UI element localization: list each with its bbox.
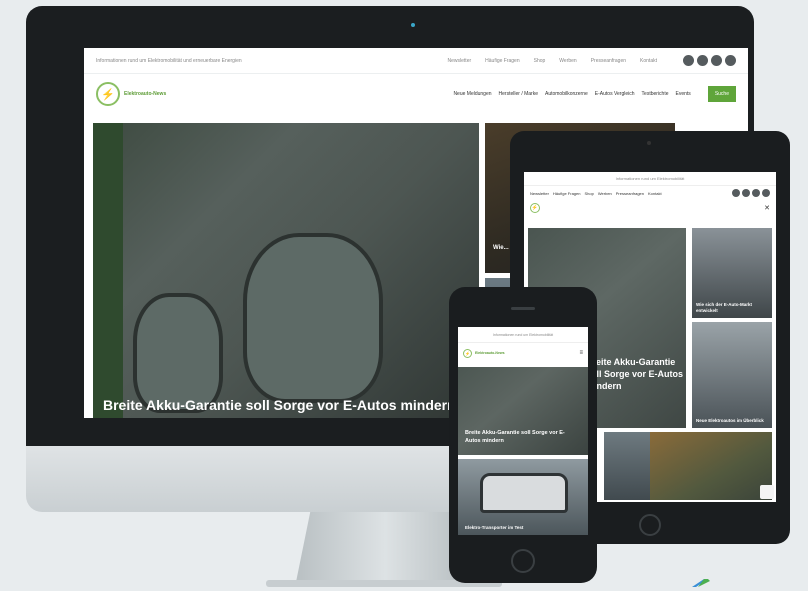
phone-screen: Informationen rund um Elektromobilität ⚡…: [458, 327, 588, 535]
main-nav-item[interactable]: Neue Meldungen: [453, 91, 491, 97]
hero-article[interactable]: Breite Akku-Garantie soll Sorge vor E-Au…: [93, 123, 479, 418]
desktop-top-nav: Newsletter Häufige Fragen Shop Werben Pr…: [448, 58, 657, 64]
phone-logo-row: ⚡ Elektroauto-News ≡: [458, 343, 588, 363]
tablet-card-title[interactable]: Neue Elektroautos im Überblick: [696, 418, 768, 424]
tablet-topbar: Informationen rund um Elektromobilität: [524, 172, 776, 186]
desktop-header: ⚡ Elektroauto-News Neue Meldungen Herste…: [84, 74, 748, 114]
phone-hero-article[interactable]: Breite Akku-Garantie soll Sorge vor E-Au…: [458, 367, 588, 455]
charging-car-logo-icon[interactable]: ⚡: [463, 348, 472, 358]
hamburger-menu-icon[interactable]: ✕: [764, 204, 770, 212]
twitter-icon[interactable]: [742, 189, 750, 197]
tablet-nav-item[interactable]: Werben: [598, 191, 612, 196]
car-image: [243, 233, 383, 403]
main-nav-item[interactable]: Testberichte: [642, 91, 669, 97]
top-nav-item[interactable]: Kontakt: [640, 58, 657, 64]
van-image: [480, 473, 568, 513]
hamburger-menu-icon[interactable]: ≡: [579, 350, 583, 356]
site-logo[interactable]: ⚡ Elektroauto-News: [96, 82, 166, 106]
side-article-title[interactable]: Wie...: [493, 245, 509, 251]
pencil-icon: [692, 579, 710, 587]
tablet-nav-item[interactable]: Newsletter: [530, 191, 549, 196]
tablet-nav-item[interactable]: Häufige Fragen: [553, 191, 581, 196]
youtube-icon[interactable]: [752, 189, 760, 197]
tablet-nav: Newsletter Häufige Fragen Shop Werben Pr…: [524, 186, 776, 200]
logo-text: Elektroauto-News: [124, 91, 167, 97]
home-button: [511, 549, 535, 573]
recaptcha-icon: [760, 485, 774, 499]
phone-article-card[interactable]: Elektro-Transporter im Test: [458, 459, 588, 535]
top-nav-item[interactable]: Presseanfragen: [591, 58, 626, 64]
tablet-nav-item[interactable]: Presseanfragen: [616, 191, 644, 196]
top-nav-item[interactable]: Werben: [559, 58, 576, 64]
desktop-topbar: Informationen rund um Elektromobilität u…: [84, 48, 748, 74]
social-links: [683, 55, 736, 66]
tablet-logo-row: ⚡ ✕: [524, 200, 776, 216]
charging-car-logo-icon[interactable]: ⚡: [530, 203, 540, 213]
tablet-article-card[interactable]: [650, 432, 772, 500]
instagram-icon[interactable]: [762, 189, 770, 197]
main-nav-item[interactable]: E-Autos Vergleich: [595, 91, 635, 97]
camera-dot: [647, 141, 651, 145]
main-nav: Neue Meldungen Hersteller / Marke Automo…: [453, 86, 736, 102]
main-nav-item[interactable]: Events: [676, 91, 691, 97]
car-image: [133, 293, 223, 413]
tablet-article-card[interactable]: Neue Elektroautos im Überblick: [692, 322, 772, 428]
top-nav-item[interactable]: Newsletter: [448, 58, 472, 64]
tablet-hero-title[interactable]: Breite Akku-Garantie soll Sorge vor E-Au…: [586, 356, 686, 392]
top-nav-item[interactable]: Shop: [534, 58, 546, 64]
social-links: [732, 189, 770, 197]
phone-hero-title[interactable]: Breite Akku-Garantie soll Sorge vor E-Au…: [465, 429, 575, 445]
hero-title[interactable]: Breite Akku-Garantie soll Sorge vor E-Au…: [103, 397, 456, 413]
tablet-nav-item[interactable]: Kontakt: [648, 191, 662, 196]
phone-speaker: [511, 307, 535, 310]
phone-logo-text: Elektroauto-News: [475, 351, 505, 355]
top-nav-item[interactable]: Häufige Fragen: [485, 58, 519, 64]
tablet-card-title[interactable]: Wie sich der E-Auto-Markt entwickelt: [696, 302, 768, 314]
camera-dot: [411, 23, 415, 27]
phone-device: Informationen rund um Elektromobilität ⚡…: [449, 287, 597, 583]
search-button[interactable]: Suche: [707, 86, 736, 102]
twitter-icon[interactable]: [697, 55, 708, 66]
charging-car-logo-icon: ⚡: [96, 82, 120, 106]
main-nav-item[interactable]: Hersteller / Marke: [499, 91, 538, 97]
main-nav-item[interactable]: Automobilkonzerne: [545, 91, 588, 97]
site-tagline: Informationen rund um Elektromobilität u…: [96, 57, 242, 64]
imac-stand: [296, 512, 474, 582]
facebook-icon[interactable]: [732, 189, 740, 197]
tablet-article-card[interactable]: Wie sich der E-Auto-Markt entwickelt: [692, 228, 772, 318]
home-button: [639, 514, 661, 536]
instagram-icon[interactable]: [725, 55, 736, 66]
youtube-icon[interactable]: [711, 55, 722, 66]
tablet-nav-item[interactable]: Shop: [584, 191, 593, 196]
facebook-icon[interactable]: [683, 55, 694, 66]
phone-card-title[interactable]: Elektro-Transporter im Test: [465, 525, 581, 531]
phone-topbar: Informationen rund um Elektromobilität: [458, 327, 588, 343]
